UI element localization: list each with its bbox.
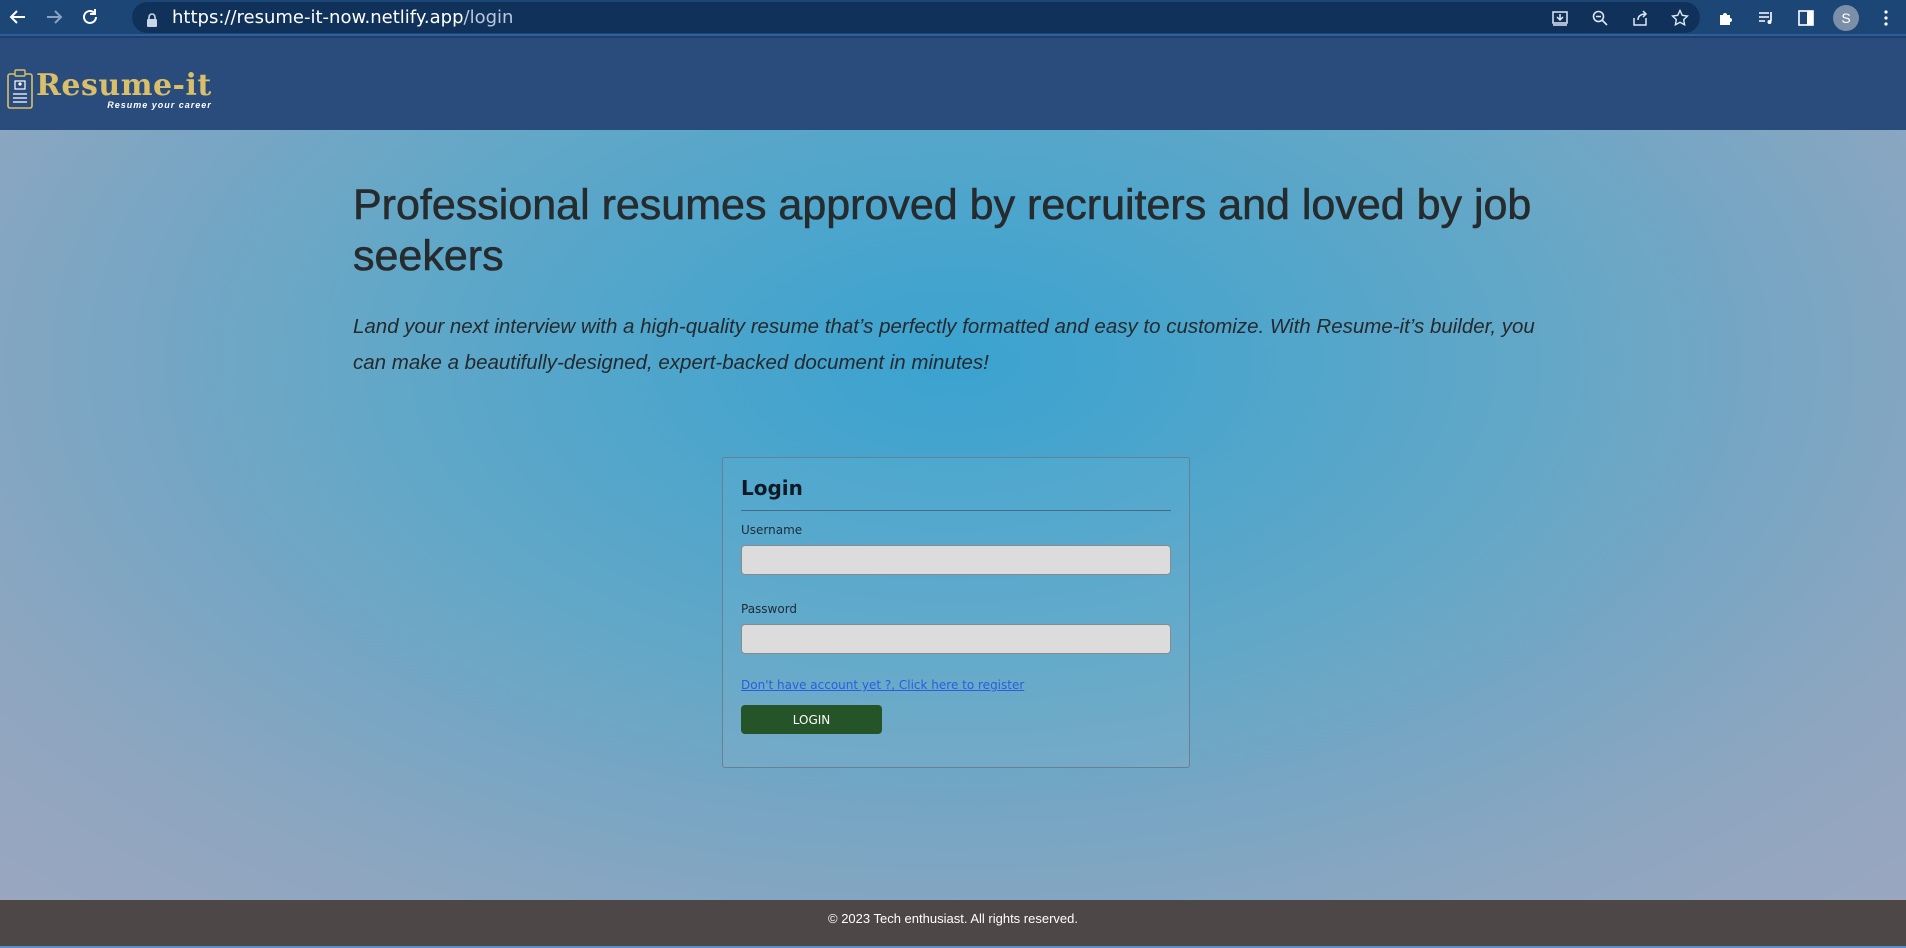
avatar: S [1833, 5, 1859, 31]
install-icon[interactable] [1540, 2, 1580, 33]
password-label: Password [741, 602, 798, 616]
address-bar[interactable]: https://resume-it-now.netlify.app/login [132, 2, 1700, 33]
reload-icon[interactable] [72, 0, 108, 35]
url-path: /login [463, 7, 514, 28]
profile-button[interactable]: S [1826, 0, 1866, 36]
hero-section: Professional resumes approved by recruit… [353, 180, 1563, 381]
browser-toolbar: https://resume-it-now.netlify.app/login [0, 0, 1906, 36]
zoom-icon[interactable] [1580, 2, 1620, 33]
browser-actions: S [1706, 0, 1906, 36]
logo-text: Resume-it Resume your career [36, 68, 212, 110]
login-heading: Login [741, 476, 1171, 511]
hero-subtitle: Land your next interview with a high-qua… [353, 315, 1535, 374]
hero-title: Professional resumes approved by recruit… [353, 181, 1532, 281]
star-icon[interactable] [1660, 2, 1700, 33]
lock-icon[interactable] [146, 11, 158, 27]
login-button[interactable]: LOGIN [741, 705, 882, 734]
password-input[interactable] [741, 624, 1171, 654]
username-input[interactable] [741, 545, 1171, 575]
main-content: Professional resumes approved by recruit… [0, 130, 1906, 900]
url-domain: https://resume-it-now.netlify.app [172, 7, 464, 28]
logo-tagline: Resume your career [107, 100, 212, 110]
username-label: Username [741, 523, 803, 537]
share-icon[interactable] [1620, 2, 1660, 33]
logo-title: Resume-it [36, 68, 212, 103]
register-link[interactable]: Don't have account yet ?, Click here to … [741, 678, 1171, 692]
extensions-icon[interactable] [1706, 0, 1746, 36]
copyright-text: © 2023 Tech enthusiast. All rights reser… [828, 910, 1078, 926]
clipboard-icon [7, 69, 33, 109]
site-header: Resume-it Resume your career [0, 38, 1906, 130]
site-logo[interactable]: Resume-it Resume your career [6, 68, 212, 110]
back-icon[interactable] [0, 0, 36, 35]
address-bar-actions [1540, 2, 1700, 33]
side-panel-icon[interactable] [1786, 0, 1826, 36]
forward-icon[interactable] [36, 0, 72, 35]
login-form: Login Username Password Don't have accou… [722, 457, 1190, 768]
media-icon[interactable] [1746, 0, 1786, 36]
menu-icon[interactable] [1866, 0, 1906, 36]
site-footer: © 2023 Tech enthusiast. All rights reser… [0, 900, 1906, 948]
